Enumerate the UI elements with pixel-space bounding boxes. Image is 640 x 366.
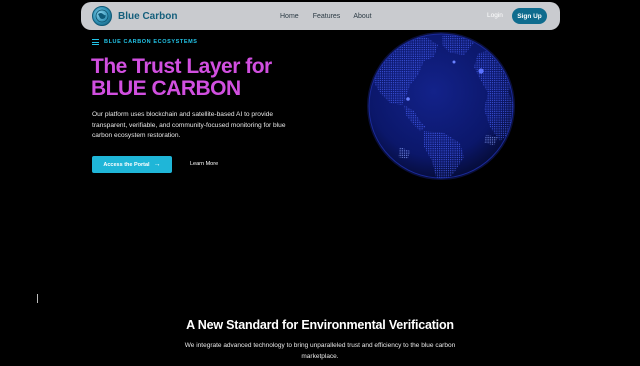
hero-title: The Trust Layer for BLUE CARBON	[91, 56, 331, 100]
learn-more-link[interactable]: Learn More	[190, 161, 218, 167]
access-portal-label: Access the Portal	[103, 161, 150, 168]
brand-name: Blue Carbon	[118, 10, 178, 22]
hero-title-line2: BLUE CARBON	[91, 77, 241, 100]
text-cursor	[37, 294, 38, 303]
globe-logo-icon	[92, 6, 112, 26]
brand[interactable]: Blue Carbon	[92, 6, 177, 26]
top-navbar: Blue Carbon Home Features About Login Si…	[81, 2, 560, 30]
globe-marker	[452, 60, 456, 64]
globe-visual[interactable]	[366, 31, 516, 181]
nav-link-about[interactable]: About	[353, 13, 371, 20]
menu-lines-icon	[92, 39, 99, 45]
nav-link-features[interactable]: Features	[313, 13, 341, 20]
eyebrow-text: BLUE CARBON ECOSYSTEMS	[104, 39, 198, 45]
section-description: We integrate advanced technology to brin…	[184, 342, 456, 360]
arrow-right-icon: →	[153, 161, 161, 168]
hero-title-line1: The Trust Layer for	[91, 55, 272, 78]
section-title: A New Standard for Environmental Verific…	[186, 318, 454, 332]
sign-up-button[interactable]: Sign Up	[512, 8, 547, 24]
access-portal-button[interactable]: Access the Portal →	[92, 156, 172, 173]
page: Blue Carbon Home Features About Login Si…	[0, 0, 640, 366]
nav-link-home[interactable]: Home	[280, 13, 299, 20]
nav-links: Home Features About	[280, 2, 372, 30]
login-link[interactable]: Login	[487, 12, 503, 19]
hero-description: Our platform uses blockchain and satelli…	[92, 111, 286, 140]
hero-eyebrow: BLUE CARBON ECOSYSTEMS	[92, 39, 198, 45]
globe-marker	[478, 68, 484, 74]
globe-marker	[406, 97, 410, 101]
